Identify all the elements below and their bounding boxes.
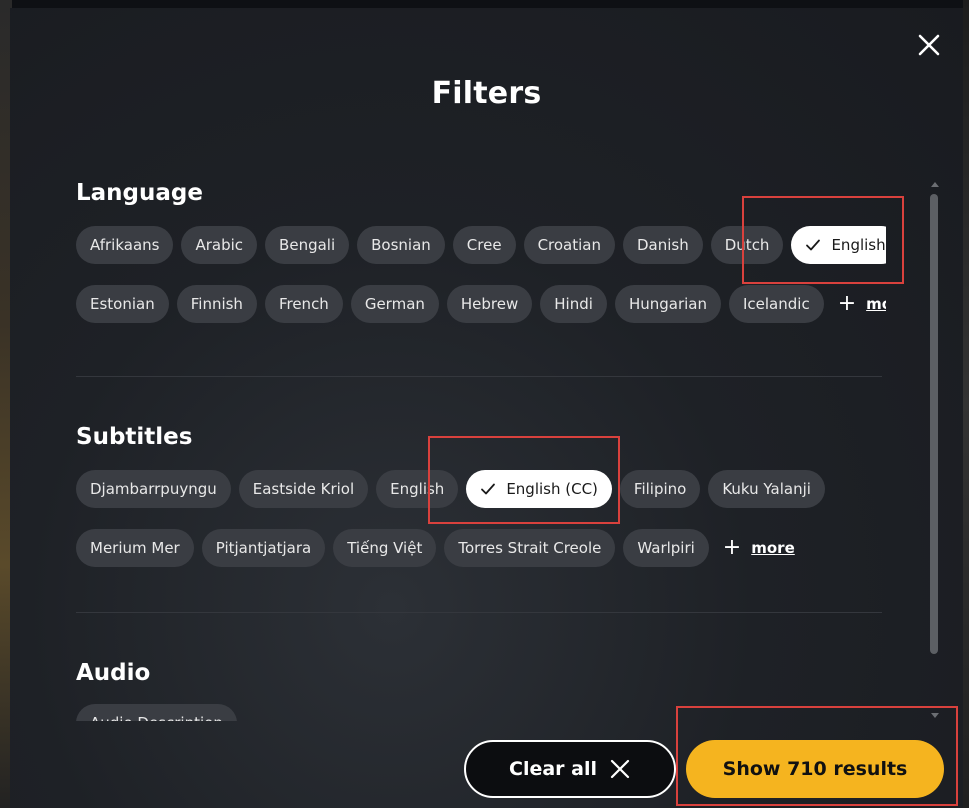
section-divider [76,376,882,377]
subtitles-row-2: Merium Mer Pitjantjatjara Tiếng Việt Tor… [76,529,886,567]
filters-content: Language Afrikaans Arabic Bengali Bosnia… [76,176,886,721]
language-chip[interactable]: Finnish [176,285,257,323]
subtitles-section: Subtitles Djambarrpuyngu Eastside Kriol … [76,420,886,567]
subtitle-chip[interactable]: Torres Strait Creole [444,529,616,567]
subtitle-chip-selected-label: English (CC) [506,480,598,498]
subtitle-chip[interactable]: English [376,470,459,508]
language-row-2: Estonian Finnish French German Hebrew Hi… [76,285,886,323]
audio-row-1: Audio Description [76,704,886,721]
language-chip[interactable]: Hindi [540,285,607,323]
check-icon [481,483,496,495]
subtitles-more-link[interactable]: + more [723,537,795,559]
language-chip[interactable]: Croatian [523,226,615,264]
subtitle-chip[interactable]: Kuku Yalanji [708,470,825,508]
language-more-label: more [866,295,886,313]
clear-all-button[interactable]: Clear all [464,740,676,798]
language-chip-selected-label: English [831,236,886,254]
language-title: Language [76,180,203,206]
scroll-up-arrow[interactable] [931,182,939,187]
x-icon [610,759,630,779]
check-icon [806,239,821,251]
clear-all-label: Clear all [509,758,597,780]
show-results-label: Show 710 results [722,758,908,780]
subtitles-row-1: Djambarrpuyngu Eastside Kriol English En… [76,470,886,508]
language-chip[interactable]: Arabic [181,226,258,264]
subtitle-chip[interactable]: Merium Mer [76,529,194,567]
subtitle-chip[interactable]: Eastside Kriol [238,470,369,508]
language-chip[interactable]: Bosnian [357,226,445,264]
scrollbar-thumb[interactable] [930,194,938,654]
language-chip[interactable]: Hungarian [614,285,721,323]
filters-dialog: Filters Language Afrikaans Arabic Bengal… [10,8,963,808]
language-section: Language Afrikaans Arabic Bengali Bosnia… [76,176,886,323]
scrollbar[interactable] [928,180,940,720]
plus-icon: + [837,291,857,316]
subtitle-chip[interactable]: Djambarrpuyngu [76,470,231,508]
subtitle-chip[interactable]: Tiếng Việt [333,529,437,567]
language-chip[interactable]: Cree [452,226,516,264]
language-chip[interactable]: German [350,285,439,323]
show-results-button[interactable]: Show 710 results [686,740,944,798]
scroll-down-arrow[interactable] [931,713,939,718]
plus-icon: + [722,535,742,560]
section-divider [76,612,882,613]
subtitle-chip-selected[interactable]: English (CC) [466,470,612,508]
language-chip[interactable]: Bengali [265,226,350,264]
language-chip[interactable]: Danish [623,226,703,264]
close-icon [918,34,940,56]
language-row-1: Afrikaans Arabic Bengali Bosnian Cree Cr… [76,226,886,264]
dialog-title: Filters [431,76,542,111]
language-chip-selected[interactable]: English [791,226,886,264]
audio-chip[interactable]: Audio Description [76,704,237,721]
language-chip[interactable]: Icelandic [728,285,824,323]
subtitle-chip[interactable]: Pitjantjatjara [201,529,326,567]
subtitle-chip[interactable]: Filipino [619,470,701,508]
language-chip[interactable]: Estonian [76,285,169,323]
close-button[interactable] [916,32,942,58]
language-chip[interactable]: Hebrew [446,285,533,323]
background-page-right [963,0,969,808]
audio-title: Audio [76,660,151,686]
language-chip[interactable]: Dutch [710,226,784,264]
subtitle-chip[interactable]: Warlpiri [623,529,709,567]
language-chip[interactable]: Afrikaans [76,226,174,264]
subtitles-more-label: more [751,539,795,557]
language-chip[interactable]: French [264,285,343,323]
subtitles-title: Subtitles [76,424,193,450]
language-more-link[interactable]: + more [838,293,886,315]
audio-section: Audio Audio Description [76,656,886,721]
